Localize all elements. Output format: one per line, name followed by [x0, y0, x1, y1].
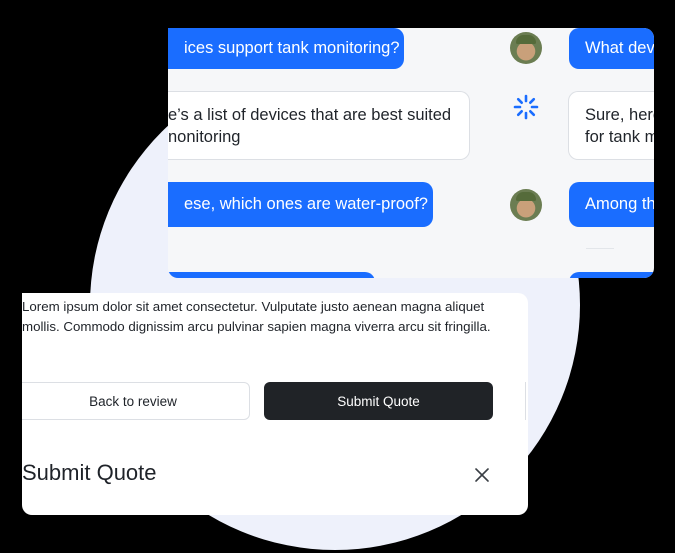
user-message: Among th: [569, 182, 654, 227]
dialog-title: Submit Quote: [22, 460, 157, 485]
user-avatar-icon: [510, 189, 542, 221]
quote-description: Lorem ipsum dolor sit amet consectetur. …: [22, 299, 491, 334]
assistant-message: e’s a list of devices that are best suit…: [168, 91, 470, 160]
user-avatar-icon: [510, 32, 542, 64]
divider: [586, 248, 614, 249]
submit-quote-button[interactable]: Submit Quote: [264, 382, 493, 420]
assistant-message-line: for tank m: [585, 128, 654, 146]
user-message: ese, which ones are water-proof?: [168, 182, 433, 227]
assistant-message-line: e’s a list of devices that are best suit…: [168, 106, 452, 124]
assistant-message-line: Sure, here: [585, 106, 654, 124]
assistant-message-line: nonitoring: [168, 128, 241, 146]
chat-panel: ices support tank monitoring? What dev e…: [168, 28, 654, 278]
submit-quote-dialog: Lorem ipsum dolor sit amet consectetur. …: [22, 293, 528, 515]
assistant-message: Sure, here for tank m: [568, 91, 654, 160]
user-message: What dev: [569, 28, 654, 69]
user-message: [168, 272, 375, 278]
button-edge: [525, 382, 528, 420]
back-to-review-button[interactable]: Back to review: [22, 382, 250, 420]
user-message: [569, 272, 654, 278]
loading-spinner-icon: [513, 94, 539, 120]
close-icon[interactable]: [470, 463, 494, 487]
user-message: ices support tank monitoring?: [168, 28, 404, 69]
